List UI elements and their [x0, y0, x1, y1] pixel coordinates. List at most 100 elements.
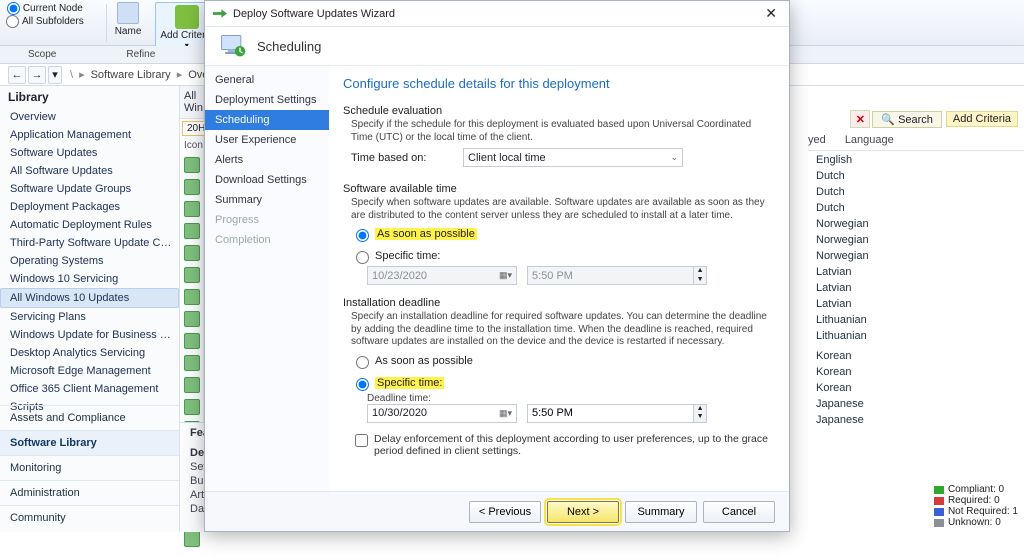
available-specific-radio[interactable]: Specific time:: [351, 248, 440, 264]
forward-button[interactable]: →: [28, 66, 46, 84]
next-button[interactable]: Next >: [547, 501, 619, 523]
leftnav-item[interactable]: Servicing Plans: [0, 308, 179, 326]
schedule-eval-title: Schedule evaluation: [343, 105, 773, 117]
deploy-icon: [213, 7, 227, 21]
back-button[interactable]: ←: [8, 66, 26, 84]
available-asap-radio[interactable]: As soon as possible: [351, 226, 477, 242]
workspace-software-library[interactable]: Software Library: [0, 430, 179, 455]
crumb-software-library[interactable]: Software Library: [91, 69, 171, 81]
scope-group-label: Scope: [28, 49, 56, 60]
available-time-input: [528, 267, 693, 284]
language-col[interactable]: Language: [845, 134, 894, 146]
all-subfolders-radio[interactable]: All Subfolders: [6, 15, 84, 28]
deployed-col[interactable]: yed: [808, 134, 826, 146]
leftnav-item[interactable]: Application Management: [0, 126, 179, 144]
wizard-steps: General Deployment Settings Scheduling U…: [205, 66, 329, 491]
list-item[interactable]: Lithuanian: [816, 312, 1020, 328]
list-item[interactable]: Dutch: [816, 184, 1020, 200]
search-button[interactable]: 🔍 Search: [872, 111, 942, 128]
step-alerts[interactable]: Alerts: [205, 150, 329, 170]
add-criteria-button-right[interactable]: Add Criteria: [946, 111, 1018, 127]
right-pane: ✕ 🔍 Search Add Criteria yed Language Eng…: [790, 86, 1024, 532]
leftnav-item[interactable]: Microsoft Edge Management: [0, 362, 179, 380]
step-general[interactable]: General: [205, 70, 329, 90]
scope-block: Current Node All Subfolders: [6, 2, 84, 28]
deadline-title: Installation deadline: [343, 297, 773, 309]
list-item[interactable]: Korean: [816, 380, 1020, 396]
step-download-settings[interactable]: Download Settings: [205, 170, 329, 190]
up-button[interactable]: ▾: [48, 66, 62, 84]
delay-enforcement-label: Delay enforcement of this deployment acc…: [374, 433, 773, 457]
list-item[interactable]: Norwegian: [816, 232, 1020, 248]
language-list: EnglishDutchDutchDutchNorwegianNorwegian…: [816, 152, 1020, 428]
available-date-picker: 10/23/2020▦▾: [367, 266, 517, 285]
leftnav-item[interactable]: Software Updates: [0, 144, 179, 162]
scheduling-icon: [219, 32, 247, 60]
update-icon: [184, 531, 200, 547]
workspace-assets[interactable]: Assets and Compliance: [0, 405, 179, 430]
deadline-asap-radio[interactable]: As soon as possible: [351, 353, 473, 369]
step-scheduling[interactable]: Scheduling: [205, 110, 329, 130]
leftnav-item[interactable]: Operating Systems: [0, 252, 179, 270]
update-icon: [184, 399, 200, 415]
page-title: Configure schedule details for this depl…: [343, 76, 773, 91]
leftnav-item[interactable]: All Software Updates: [0, 162, 179, 180]
deadline-time-input[interactable]: [528, 405, 693, 422]
step-summary[interactable]: Summary: [205, 190, 329, 210]
deadline-specific-radio[interactable]: Specific time:: [351, 375, 444, 391]
workspace-community[interactable]: Community: [0, 505, 179, 530]
list-item[interactable]: Norwegian: [816, 248, 1020, 264]
list-item[interactable]: Japanese: [816, 412, 1020, 428]
leftnav-item[interactable]: All Windows 10 Updates: [0, 288, 179, 308]
deploy-wizard-dialog: Deploy Software Updates Wizard ✕ Schedul…: [204, 0, 790, 532]
list-item[interactable]: Lithuanian: [816, 328, 1020, 344]
wizard-titlebar[interactable]: Deploy Software Updates Wizard ✕: [205, 1, 789, 27]
deadline-desc: Specify an installation deadline for req…: [343, 309, 773, 349]
list-item[interactable]: Dutch: [816, 168, 1020, 184]
leftnav-item[interactable]: Automatic Deployment Rules: [0, 216, 179, 234]
step-user-experience[interactable]: User Experience: [205, 130, 329, 150]
leftnav-item[interactable]: Windows 10 Servicing: [0, 270, 179, 288]
step-deployment-settings[interactable]: Deployment Settings: [205, 90, 329, 110]
time-up[interactable]: ▲: [693, 405, 706, 414]
list-item[interactable]: Japanese: [816, 396, 1020, 412]
list-item[interactable]: English: [816, 152, 1020, 168]
leftnav-item[interactable]: Overview: [0, 108, 179, 126]
leftnav-item[interactable]: Software Update Groups: [0, 180, 179, 198]
list-item[interactable]: Korean: [816, 348, 1020, 364]
wizard-buttons: < Previous Next > Summary Cancel: [205, 491, 789, 531]
workspace-administration[interactable]: Administration: [0, 480, 179, 505]
update-icon: [184, 289, 200, 305]
summary-button[interactable]: Summary: [625, 501, 697, 523]
list-item[interactable]: Dutch: [816, 200, 1020, 216]
close-button[interactable]: ✕: [761, 5, 781, 22]
cancel-button[interactable]: Cancel: [703, 501, 775, 523]
deadline-time-label: Deadline time:: [343, 393, 773, 404]
update-icon: [184, 267, 200, 283]
add-criteria-icon: [175, 5, 199, 29]
list-item[interactable]: Latvian: [816, 264, 1020, 280]
time-based-dropdown[interactable]: Client local time⌄: [463, 148, 683, 167]
list-item[interactable]: Norwegian: [816, 216, 1020, 232]
name-block[interactable]: Name: [115, 2, 142, 37]
list-item[interactable]: Korean: [816, 364, 1020, 380]
refine-group-label: Refine: [126, 49, 155, 60]
leftnav-item[interactable]: Third-Party Software Update Catalogs: [0, 234, 179, 252]
leftnav-item[interactable]: Office 365 Client Management: [0, 380, 179, 398]
leftnav-item[interactable]: Desktop Analytics Servicing: [0, 344, 179, 362]
leftnav-item[interactable]: Windows Update for Business Policies: [0, 326, 179, 344]
deadline-date-picker[interactable]: 10/30/2020▦▾: [367, 404, 517, 423]
workspace-monitoring[interactable]: Monitoring: [0, 455, 179, 480]
time-down[interactable]: ▼: [693, 413, 706, 422]
list-item[interactable]: Latvian: [816, 280, 1020, 296]
previous-button[interactable]: < Previous: [469, 501, 541, 523]
deadline-time-spinner[interactable]: ▲▼: [527, 404, 707, 423]
update-icon: [184, 179, 200, 195]
schedule-eval-desc: Specify if the schedule for this deploym…: [343, 117, 773, 144]
list-item[interactable]: Latvian: [816, 296, 1020, 312]
delay-enforcement-checkbox[interactable]: [355, 434, 368, 447]
clear-search-button[interactable]: ✕: [850, 110, 870, 128]
leftnav-item[interactable]: Deployment Packages: [0, 198, 179, 216]
time-based-label: Time based on:: [351, 152, 463, 164]
current-node-radio[interactable]: Current Node: [7, 2, 83, 15]
